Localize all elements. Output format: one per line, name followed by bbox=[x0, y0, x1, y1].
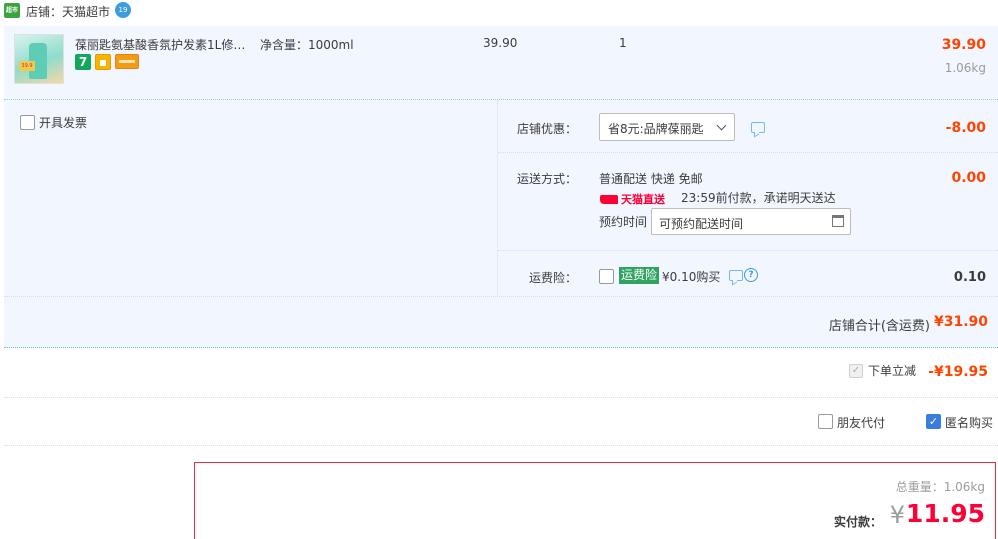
tmall-direct-text: 天猫直送 bbox=[621, 193, 665, 206]
pay-options-row: 朋友代付 ✓ 匿名购买 bbox=[4, 398, 998, 446]
appointment-label: 预约时间 bbox=[599, 215, 648, 229]
credit-card-icon[interactable] bbox=[115, 54, 139, 69]
appointment-time-picker[interactable]: 可预约配送时间 bbox=[651, 208, 851, 235]
shipping-method: 普通配送 快递 免邮 bbox=[599, 172, 703, 186]
item-subtotal: 39.90 bbox=[941, 37, 986, 53]
divider bbox=[498, 250, 998, 251]
store-total-value: ¥31.90 bbox=[933, 314, 988, 330]
quantity: 1 bbox=[619, 36, 627, 50]
tmall-supermarket-logo-icon: 超市 bbox=[4, 3, 20, 18]
discount-select[interactable]: 省8元:品牌葆丽匙 bbox=[599, 113, 735, 141]
invoice-checkbox[interactable] bbox=[20, 115, 35, 130]
discount-selected-value: 省8元:品牌葆丽匙 bbox=[608, 122, 704, 136]
delivery-promise: 23:59前付款，承诺明天送达 bbox=[681, 191, 836, 205]
message-icon[interactable] bbox=[751, 122, 765, 133]
product-thumbnail[interactable]: 39.9 bbox=[14, 34, 64, 84]
store-total-row: 店铺合计(含运费) ¥31.90 bbox=[4, 296, 998, 348]
currency-symbol: ¥ bbox=[889, 501, 905, 529]
friend-pay-checkbox[interactable] bbox=[818, 414, 833, 429]
chevron-down-icon bbox=[716, 120, 727, 131]
instant-discount-label: 下单立减 bbox=[868, 364, 917, 378]
guarantee-lock-icon[interactable] bbox=[95, 54, 111, 70]
unit-price: 39.90 bbox=[483, 36, 518, 50]
shipping-label: 运送方式： bbox=[516, 172, 577, 186]
invoice-label[interactable]: 开具发票 bbox=[39, 114, 87, 131]
divider bbox=[498, 152, 998, 153]
anonymous-label[interactable]: 匿名购买 bbox=[945, 414, 993, 431]
invoice-panel: 开具发票 bbox=[4, 100, 498, 296]
total-weight: 总重量：1.06kg bbox=[895, 480, 985, 494]
thumbnail-price-tag: 39.9 bbox=[19, 61, 35, 71]
appointment-time-value: 可预约配送时间 bbox=[659, 217, 744, 231]
insurance-tag: 运费险 bbox=[619, 267, 660, 284]
store-header: 超市 店铺：天猫超市 19 bbox=[0, 0, 998, 22]
friend-pay-label[interactable]: 朋友代付 bbox=[837, 414, 885, 431]
payment-summary-box: 总重量：1.06kg 实付款： ¥ 11.95 bbox=[194, 462, 996, 539]
item-weight: 1.06kg bbox=[944, 61, 986, 75]
shipping-amount: 0.00 bbox=[951, 170, 986, 186]
actual-pay-value: 11.95 bbox=[905, 499, 985, 528]
instant-discount-row: ✓ 下单立减 -¥19.95 bbox=[4, 348, 998, 398]
help-icon[interactable]: ? bbox=[744, 268, 758, 282]
store-name-link[interactable]: 店铺：天猫超市 bbox=[26, 3, 110, 20]
product-spec: 净含量：1000ml bbox=[260, 38, 354, 52]
insurance-amount: 0.10 bbox=[953, 270, 986, 285]
actual-pay-label: 实付款： bbox=[833, 515, 882, 529]
seven-day-return-icon[interactable]: 7 bbox=[75, 54, 91, 70]
store-total-label: 店铺合计(含运费) bbox=[828, 319, 930, 334]
chat-bubble-icon[interactable]: 19 bbox=[115, 2, 131, 18]
product-title-link[interactable]: 葆丽匙氨基酸香氛护发素1L修护柔顺... bbox=[75, 36, 255, 53]
instant-discount-amount: -¥19.95 bbox=[928, 364, 988, 380]
insurance-price: ¥0.10购买 bbox=[662, 270, 721, 284]
discount-label: 店铺优惠： bbox=[516, 122, 577, 136]
calendar-icon bbox=[832, 215, 844, 227]
insurance-label: 运费险： bbox=[528, 271, 577, 285]
order-item-row: 39.9 葆丽匙氨基酸香氛护发素1L修护柔顺... 7 净含量：1000ml 3… bbox=[4, 26, 998, 100]
instant-discount-checkbox: ✓ bbox=[849, 364, 863, 378]
discount-amount: -8.00 bbox=[945, 120, 986, 136]
anonymous-checkbox[interactable]: ✓ bbox=[926, 414, 941, 429]
tmall-direct-logo-icon: 天猫直送 bbox=[600, 191, 665, 206]
order-options-panel: 开具发票 店铺优惠： 省8元:品牌葆丽匙 -8.00 运送方式： 普通配送 快递… bbox=[4, 100, 998, 296]
message-icon[interactable] bbox=[729, 270, 743, 281]
insurance-checkbox[interactable] bbox=[599, 269, 614, 284]
tmall-cat-icon bbox=[600, 195, 618, 204]
